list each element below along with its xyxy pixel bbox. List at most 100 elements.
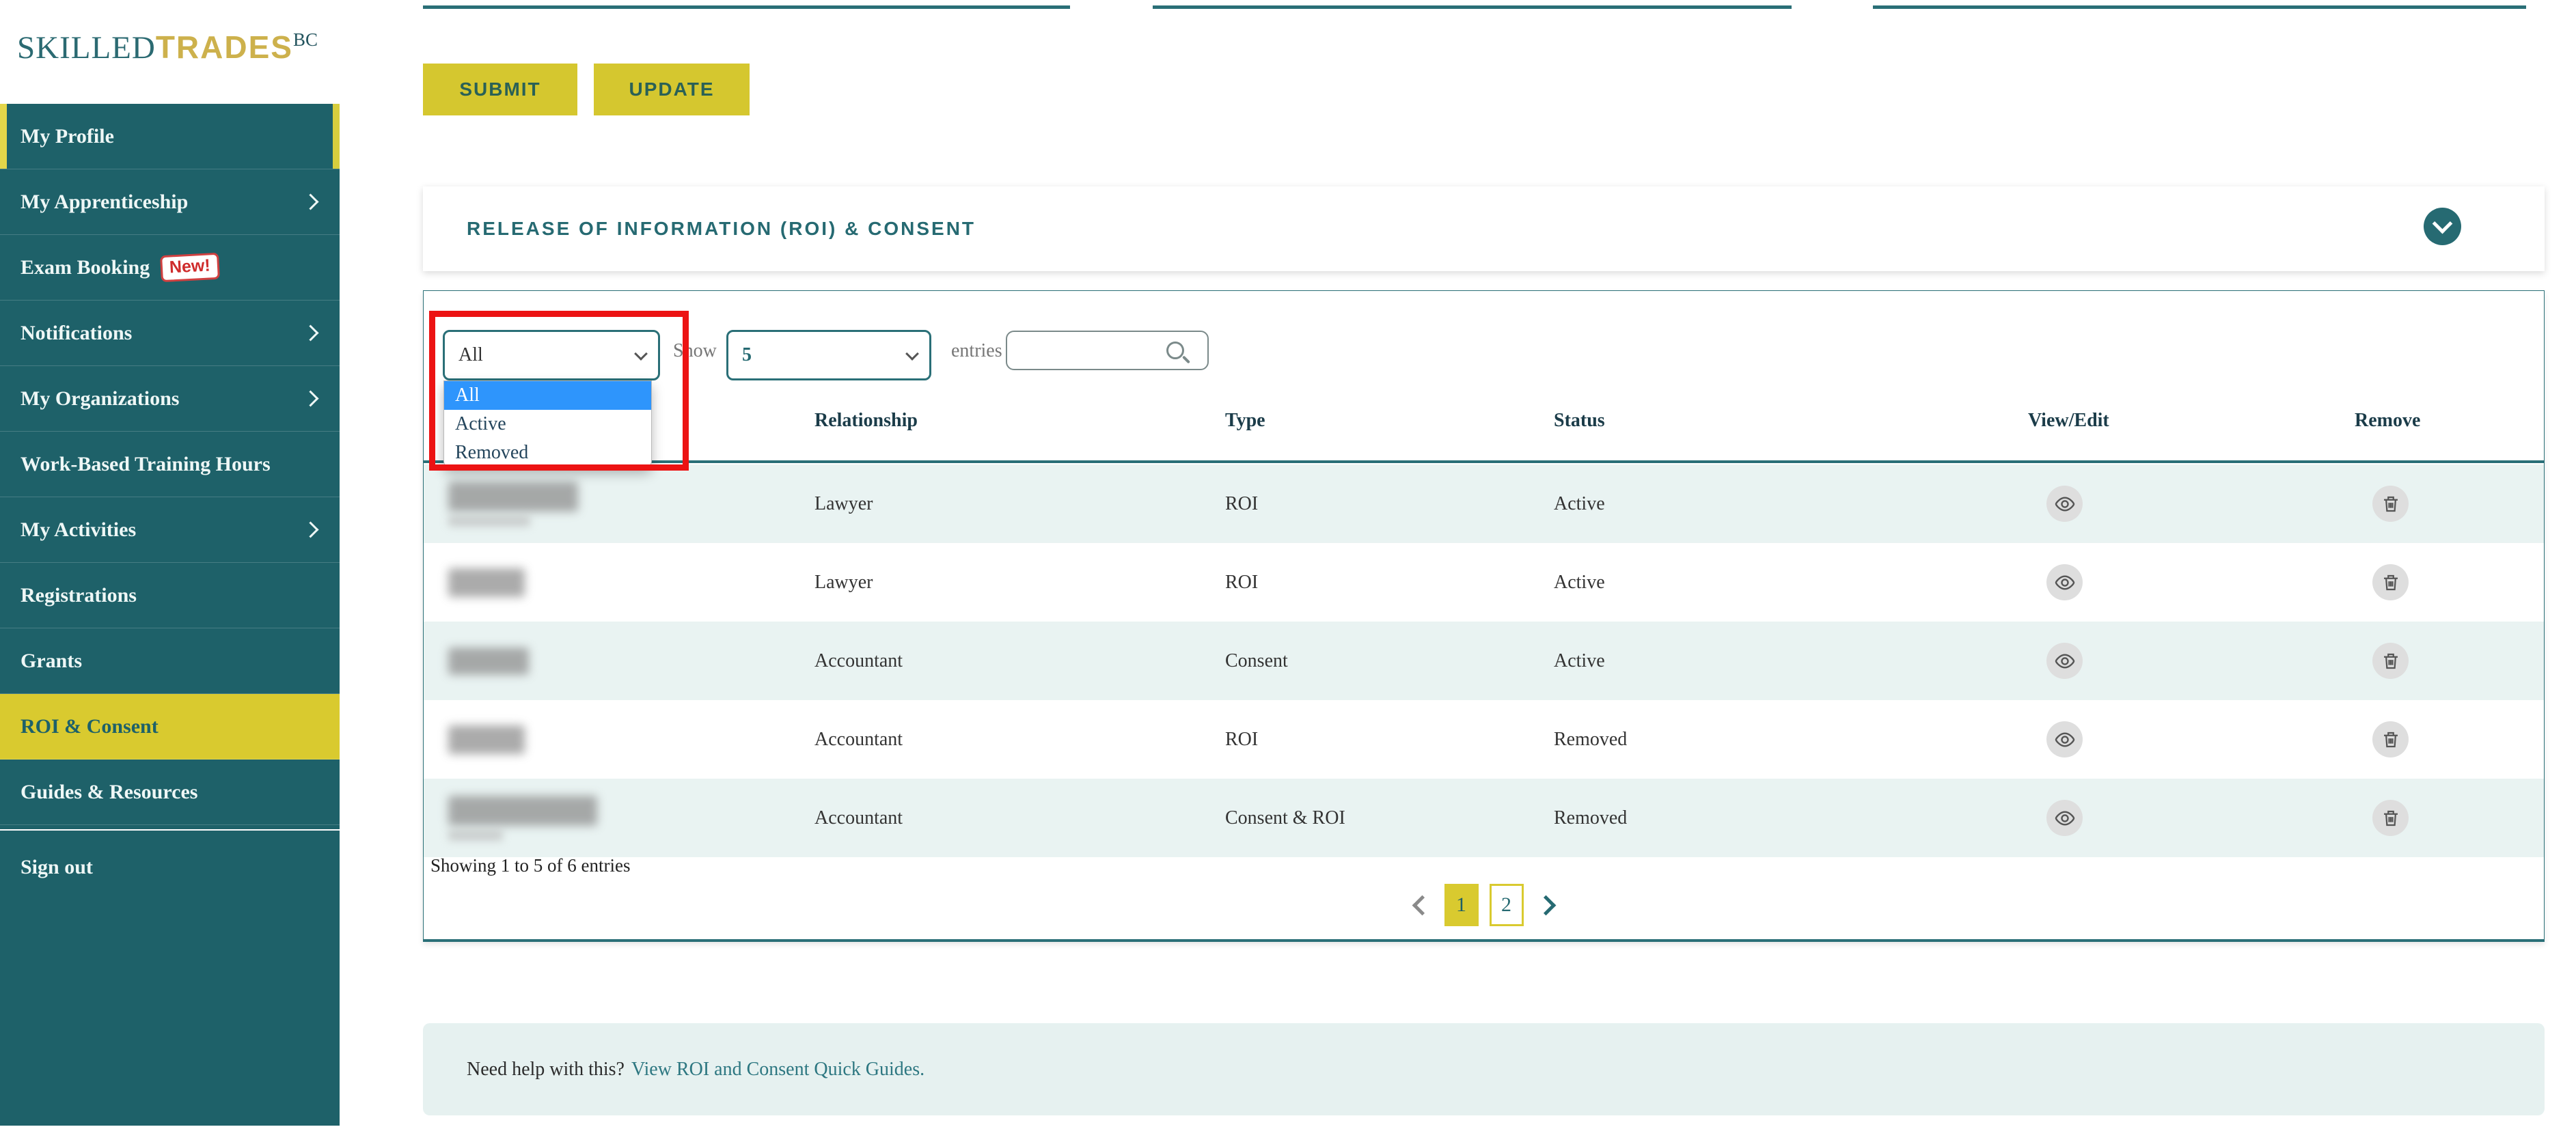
view-edit-button[interactable] <box>2046 486 2083 522</box>
chevron-right-icon <box>302 324 318 341</box>
status-filter-value: All <box>458 344 483 366</box>
sidebar-item-label: ROI & Consent <box>20 715 159 738</box>
table-row: Lawyer ROI Active <box>424 464 2544 543</box>
sidebar-item-exam-booking[interactable]: Exam Booking New! <box>0 235 340 301</box>
cell-status: Removed <box>1554 700 1627 779</box>
sidebar-item-label: Work-Based Training Hours <box>20 453 271 476</box>
sidebar-item-registrations[interactable]: Registrations <box>0 563 340 628</box>
search-input[interactable] <box>1015 335 1175 366</box>
trash-icon <box>2381 572 2401 593</box>
redacted-name <box>448 622 529 700</box>
roi-consent-section-header: RELEASE OF INFORMATION (ROI) & CONSENT <box>423 186 2545 271</box>
col-header-remove: Remove <box>2355 410 2420 432</box>
cell-relationship: Accountant <box>814 622 903 700</box>
remove-button[interactable] <box>2372 643 2409 679</box>
table-row: Lawyer ROI Active <box>424 543 2544 622</box>
redacted-name <box>448 543 525 622</box>
sidebar-item-my-organizations[interactable]: My Organizations <box>0 366 340 432</box>
entries-label: entries <box>951 340 1002 362</box>
page-size-value: 5 <box>742 344 752 366</box>
sidebar-item-roi-and-consent[interactable]: ROI & Consent <box>0 694 340 760</box>
cell-type: Consent & ROI <box>1225 779 1345 857</box>
section-title: RELEASE OF INFORMATION (ROI) & CONSENT <box>467 218 976 240</box>
chevron-right-icon <box>302 521 318 538</box>
view-edit-button[interactable] <box>2046 721 2083 757</box>
quick-guides-link[interactable]: View ROI and Consent Quick Guides. <box>631 1059 924 1081</box>
sidebar-item-label: Sign out <box>20 856 93 879</box>
cell-relationship: Lawyer <box>814 464 873 543</box>
sidebar-item-label: My Organizations <box>20 387 180 411</box>
sidebar-item-notifications[interactable]: Notifications <box>0 301 340 366</box>
sidebar-item-grants[interactable]: Grants <box>0 628 340 694</box>
chevron-right-icon <box>302 390 318 406</box>
cell-status: Active <box>1554 464 1605 543</box>
sidebar-item-work-based-training-hours[interactable]: Work-Based Training Hours <box>0 432 340 497</box>
update-button[interactable]: UPDATE <box>594 64 750 115</box>
trash-icon <box>2381 729 2401 750</box>
view-edit-button[interactable] <box>2046 643 2083 679</box>
submit-button[interactable]: SUBMIT <box>423 64 577 115</box>
remove-button[interactable] <box>2372 800 2409 836</box>
col-header-type: Type <box>1225 410 1265 432</box>
sidebar-item-label: Grants <box>20 650 82 673</box>
status-option-removed[interactable]: Removed <box>444 439 651 467</box>
sidebar-item-label: Exam Booking <box>20 256 150 279</box>
status-option-active[interactable]: Active <box>444 410 651 439</box>
help-banner: Need help with this? View ROI and Consen… <box>423 1023 2545 1115</box>
cell-type: ROI <box>1225 543 1258 622</box>
view-edit-button[interactable] <box>2046 800 2083 836</box>
roi-consent-table-card: All All Active Removed Show 5 entries Re… <box>423 290 2545 942</box>
sidebar-nav: My Profile My Apprenticeship Exam Bookin… <box>0 104 340 1126</box>
sidebar-item-my-apprenticeship[interactable]: My Apprenticeship <box>0 169 340 235</box>
sidebar-item-label: Registrations <box>20 584 137 607</box>
entries-summary: Showing 1 to 5 of 6 entries <box>430 855 630 876</box>
cell-status: Active <box>1554 543 1605 622</box>
cell-relationship: Lawyer <box>814 543 873 622</box>
redacted-name <box>448 700 525 779</box>
cell-status: Active <box>1554 622 1605 700</box>
page-2-button[interactable]: 2 <box>1490 884 1524 926</box>
cell-relationship: Accountant <box>814 779 903 857</box>
status-option-all[interactable]: All <box>444 381 651 410</box>
cell-status: Removed <box>1554 779 1627 857</box>
chevron-right-icon <box>1535 895 1556 915</box>
remove-button[interactable] <box>2372 564 2409 600</box>
field-underline <box>423 5 1070 9</box>
sidebar-item-my-profile[interactable]: My Profile <box>0 104 340 169</box>
next-page-button[interactable] <box>1535 894 1557 917</box>
show-label: Show <box>673 340 717 362</box>
table-search-box <box>1006 331 1209 370</box>
col-header-status: Status <box>1554 410 1605 432</box>
new-badge: New! <box>160 253 220 282</box>
collapse-section-button[interactable] <box>2424 208 2461 245</box>
table-row: Accountant ROI Removed <box>424 700 2544 779</box>
col-header-view-edit: View/Edit <box>2028 410 2109 432</box>
help-text: Need help with this? <box>467 1059 625 1081</box>
trash-icon <box>2381 808 2401 829</box>
chevron-down-icon <box>905 347 919 361</box>
status-filter-select[interactable]: All <box>443 330 660 380</box>
table-row: Accountant Consent Active <box>424 622 2544 700</box>
field-underline <box>1873 5 2526 9</box>
view-edit-button[interactable] <box>2046 564 2083 600</box>
chevron-right-icon <box>302 193 318 210</box>
cell-type: ROI <box>1225 464 1258 543</box>
prev-page-button[interactable] <box>1411 894 1434 917</box>
page-size-select[interactable]: 5 <box>726 330 931 380</box>
logo-word-bc: BC <box>293 29 318 50</box>
sidebar-item-guides-and-resources[interactable]: Guides & Resources <box>0 760 340 825</box>
page-1-button[interactable]: 1 <box>1444 884 1479 926</box>
col-header-relationship: Relationship <box>814 410 918 432</box>
chevron-down-icon <box>634 347 648 361</box>
sidebar-item-sign-out[interactable]: Sign out <box>0 835 340 900</box>
cell-relationship: Accountant <box>814 700 903 779</box>
remove-button[interactable] <box>2372 721 2409 757</box>
pagination: 1 2 <box>424 884 2544 926</box>
eye-icon <box>2054 493 2076 515</box>
sidebar-item-my-activities[interactable]: My Activities <box>0 497 340 563</box>
sidebar-divider <box>0 829 340 831</box>
sidebar-item-label: My Activities <box>20 518 136 542</box>
remove-button[interactable] <box>2372 486 2409 522</box>
trash-icon <box>2381 494 2401 514</box>
field-underline <box>1153 5 1792 9</box>
